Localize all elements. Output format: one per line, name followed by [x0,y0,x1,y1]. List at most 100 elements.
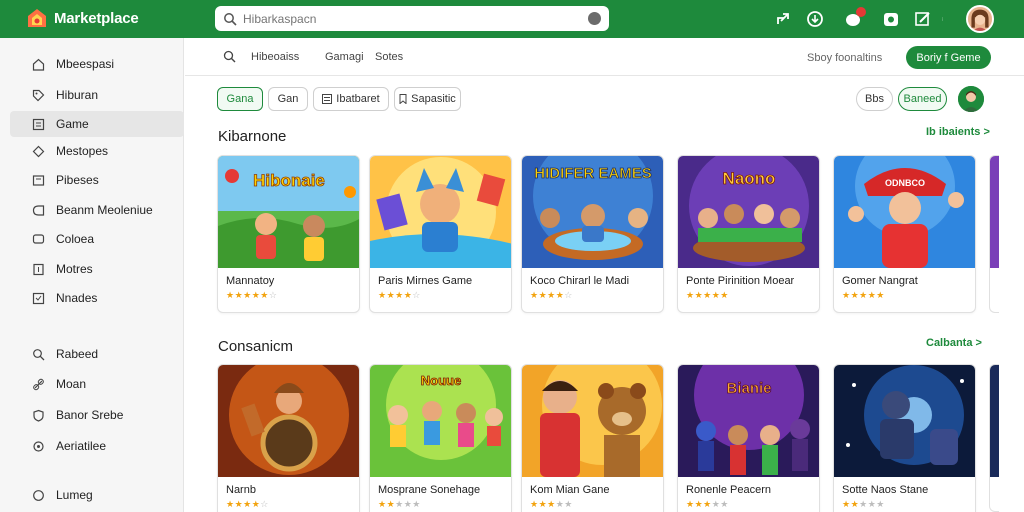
sidebar-item-rabeed[interactable]: Rabeed [10,341,184,367]
section-title: Kibarnone [218,128,287,145]
download-icon[interactable] [806,10,824,28]
game-title: Mosprane Sonehage [378,484,481,496]
chat-icon [32,234,45,244]
user-avatar[interactable] [966,5,994,33]
diamond-icon [32,145,45,158]
sidebar-item-aeriatilee[interactable]: Aeriatilee [10,433,184,459]
search-input[interactable] [243,11,583,26]
shield-icon [33,409,44,422]
game-title: Kom Mian Gane [530,484,610,496]
tab-hibeoaiss[interactable]: Hibeoaiss [251,51,299,63]
filter-chip-label: Sapasitic [411,93,456,105]
sidebar-item-game[interactable]: Game [10,111,184,137]
game-thumbnail [990,156,999,268]
sidebar-item-label: Game [56,117,89,131]
sidebar-item-label: Pibeses [56,173,99,187]
section-see-all-link[interactable]: Ib ibaients > [926,126,990,138]
game-card[interactable]: Sotte Naos Stane ★★★★★ [833,364,976,512]
game-title: Koco Chirarl le Madi [530,275,630,287]
share-icon[interactable] [774,10,792,28]
svg-text:Bianie: Bianie [726,380,771,397]
document-icon [33,263,44,276]
sidebar-item-moan[interactable]: Moan [10,371,184,397]
section-see-all-link[interactable]: Calbanta > [926,337,982,349]
sidebar-item-nnades[interactable]: Nnades [10,285,184,311]
game-thumbnail [218,365,359,477]
filter-chip[interactable]: Gan [268,87,308,111]
more-icon[interactable] [942,10,946,28]
rating-stars: ★★★★☆ [378,290,421,300]
game-thumbnail [522,365,663,477]
game-card[interactable]: Narnb ★★★★☆ [217,364,360,512]
link-icon [33,378,44,391]
game-card[interactable]: HIDIFER EAMES Koco Chirarl le Madi ★★★★☆ [521,155,664,313]
top-bar: Marketplace [0,0,1024,38]
logout-icon [33,490,44,501]
game-card-partial[interactable] [989,155,999,313]
notification-badge [856,7,866,17]
rating-stars: ★★★★★ [842,499,885,509]
sidebar-item-motres[interactable]: Motres [10,256,184,282]
game-card[interactable]: Naono Ponte Pirinition Moear ★★★★★ [677,155,820,313]
cta-button[interactable]: Boriy f Geme [906,46,991,69]
star-icon [32,292,45,305]
sidebar-item-lumeg[interactable]: Lumeg [10,482,184,508]
game-title: Paris Mirnes Game [378,275,473,287]
filter-chip-right[interactable]: Bbs [856,87,893,111]
game-title: Mannatoy [226,275,275,287]
sidebar-item-label: Beanm Meoleniue [56,203,153,217]
svg-text:HIDIFER EAMES: HIDIFER EAMES [534,165,652,182]
sidebar-item-mestopes[interactable]: Mestopes [10,138,184,164]
camera-icon[interactable] [882,10,900,28]
game-card[interactable]: Hibonaie Mannatoy ★★★★★☆ [217,155,360,313]
game-thumbnail [834,365,975,477]
rating-stars: ★★★★★ [530,499,573,509]
marketplace-logo-icon [28,9,46,27]
tag-icon [32,205,45,216]
game-card[interactable]: ODNBCO Gomer Nangrat ★★★★★ [833,155,976,313]
tab-gamagi[interactable]: Gamagi [325,51,364,63]
sidebar-item-coloea[interactable]: Coloea [10,226,184,252]
game-thumbnail [370,156,511,268]
filter-chip[interactable]: Sapasitic [394,87,461,111]
game-card[interactable]: Kom Mian Gane ★★★★★ [521,364,664,512]
sidebar-item-label: Aeriatilee [56,439,107,453]
sidebar-item-beanm[interactable]: Beanm Meoleniue [10,197,184,223]
home-icon [32,58,45,71]
search-icon [224,12,237,26]
game-thumbnail: Nouue [370,365,511,477]
svg-text:Nouue: Nouue [421,373,461,388]
gamepad-icon [32,118,45,131]
svg-text:ODNBCO: ODNBCO [885,178,925,188]
game-card[interactable]: Paris Mirnes Game ★★★★☆ [369,155,512,313]
sidebar-item-label: Mbeespasi [56,57,115,71]
profile-avatar[interactable] [958,86,984,112]
game-card[interactable]: Bianie Ronenle Peacern ★★★★★ [677,364,820,512]
sidebar-item-label: Moan [56,377,87,391]
filter-chip[interactable]: Gana [217,87,263,111]
game-title: Ronenle Peacern [686,484,772,496]
search-icon[interactable] [223,50,236,63]
filter-chip[interactable]: Ibatbaret [313,87,389,111]
edit-icon[interactable] [914,10,932,28]
tab-sotes[interactable]: Sotes [375,51,403,63]
brand[interactable]: Marketplace [26,6,139,30]
filter-chip-right[interactable]: Baneed [898,87,947,111]
filter-chip-label: Ibatbaret [336,93,380,105]
browse-link[interactable]: Sboy foonaltins [807,52,882,64]
svg-text:Naono: Naono [723,169,776,188]
sidebar-item-pibeses[interactable]: Pibeses [10,167,184,193]
clear-search-icon[interactable] [588,12,601,25]
search-bar[interactable] [215,6,609,31]
rating-stars: ★★★★★ [686,499,729,509]
sidebar-item-hiburan[interactable]: Hiburan [10,82,184,108]
game-thumbnail [990,365,999,477]
sidebar-item-banor-srebe[interactable]: Banor Srebe [10,402,184,428]
sidebar-item-label: Rabeed [56,347,99,361]
notifications-icon[interactable] [844,7,866,28]
game-card-partial[interactable] [989,364,999,512]
game-thumbnail: Hibonaie [218,156,359,268]
sidebar-item-home[interactable]: Mbeespasi [10,51,184,77]
folder-icon [32,175,45,186]
game-card[interactable]: Nouue Mosprane Sonehage ★★★★★ [369,364,512,512]
